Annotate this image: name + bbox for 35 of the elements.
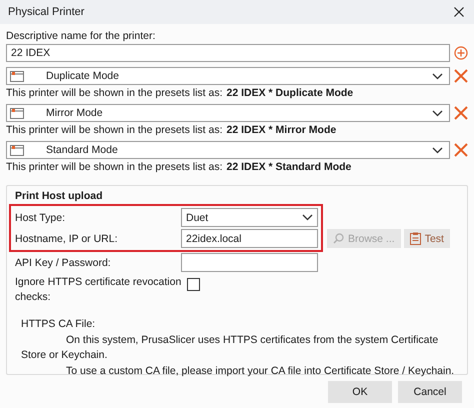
search-icon <box>333 233 344 244</box>
window-icon <box>10 70 24 82</box>
field-label: Hostname, IP or URL: <box>14 232 119 244</box>
preset-note: This printer will be shown in the presets list as: 22 IDEX * Standard Mode <box>6 161 352 173</box>
preset-note: This printer will be shown in the presets list as: 22 IDEX * Duplicate Mode <box>6 87 354 99</box>
input-field[interactable] <box>181 253 318 272</box>
chevron-down-icon <box>432 146 443 154</box>
group-title: Print Host upload <box>15 190 104 204</box>
window-title: Physical Printer <box>8 6 84 18</box>
add-icon[interactable] <box>454 46 468 60</box>
preset-dropdown[interactable]: Mirror Mode <box>6 104 450 122</box>
cancel-button[interactable]: Cancel <box>398 381 462 403</box>
test-button[interactable]: Test <box>404 229 450 248</box>
chevron-down-icon <box>432 110 443 116</box>
input-field[interactable]: 22idex.local <box>181 229 318 248</box>
close-icon[interactable] <box>454 7 464 17</box>
field-label: Host Type: <box>14 212 66 224</box>
checkbox[interactable] <box>187 278 200 291</box>
preset-dropdown[interactable]: Duplicate Mode <box>6 67 450 85</box>
window-icon <box>10 108 24 118</box>
chevron-down-icon <box>302 214 313 221</box>
ok-button[interactable]: OK <box>328 381 392 403</box>
info-text: On this system, PrusaSlicer uses HTTPS certificates from the system Certificate Store or Keychain. <box>21 332 440 363</box>
window-icon <box>10 144 24 156</box>
host-type-dropdown[interactable]: Duet <box>181 208 318 227</box>
printer-name-field[interactable]: 22 IDEX <box>6 44 450 62</box>
field-label: HTTPS CA File: <box>21 317 96 332</box>
field-label: Ignore HTTPS certificate revocation checks: <box>14 275 182 305</box>
info-text: To use a custom CA file, please import your CA file into Certificate Store / Keychain. <box>65 364 455 378</box>
field-label: API Key / Password: <box>14 256 112 268</box>
clipboard-icon <box>410 232 421 245</box>
field-label: Descriptive name for the printer: <box>6 30 156 42</box>
preset-note: This printer will be shown in the presets list as: 22 IDEX * Mirror Mode <box>6 124 338 136</box>
chevron-down-icon <box>432 72 443 80</box>
preset-dropdown[interactable]: Standard Mode <box>6 141 450 159</box>
